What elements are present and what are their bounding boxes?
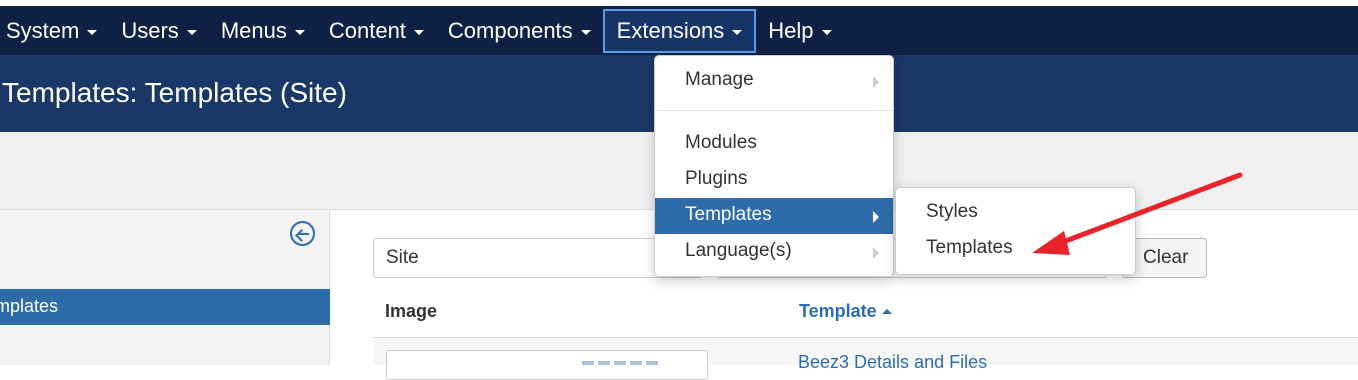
- menu-item-modules[interactable]: Modules: [655, 126, 893, 162]
- menu-users[interactable]: Users: [109, 9, 208, 53]
- collapse-sidebar-icon[interactable]: [290, 221, 315, 246]
- menu-menus[interactable]: Menus: [209, 9, 317, 53]
- annotation-arrow-icon: [1032, 172, 1243, 255]
- menu-item-label: Manage: [685, 69, 754, 90]
- menu-item-label: Templates: [685, 204, 772, 225]
- menu-item-label: Plugins: [685, 168, 748, 189]
- caret-down-icon: [186, 29, 197, 35]
- column-header-label: Template: [799, 301, 877, 321]
- chevron-right-icon: [873, 211, 879, 223]
- caret-down-icon: [294, 29, 305, 35]
- menu-extensions[interactable]: Extensions: [602, 8, 757, 53]
- caret-down-icon: [87, 29, 98, 35]
- sidebar-item-label: Templates: [0, 296, 59, 316]
- page-title: Templates: Templates (Site): [2, 77, 347, 108]
- menu-item-label: Templates: [926, 237, 1013, 258]
- extensions-dropdown: Manage Modules Plugins Templates Languag…: [654, 55, 894, 277]
- menu-label: Extensions: [616, 17, 725, 43]
- menu-system[interactable]: System: [0, 9, 109, 53]
- caret-down-icon: [732, 29, 743, 35]
- menu-item-manage[interactable]: Manage: [655, 63, 893, 99]
- caret-down-icon: [413, 29, 424, 35]
- menu-label: System: [6, 17, 80, 43]
- menu-item-languages[interactable]: Language(s): [655, 234, 893, 270]
- template-thumbnail[interactable]: [386, 350, 708, 380]
- menu-label: Menus: [220, 17, 287, 43]
- menu-label: Components: [447, 17, 573, 43]
- column-header-image: Image: [385, 301, 438, 321]
- menu-label: Content: [328, 17, 406, 43]
- sidebar-item-templates[interactable]: Templates: [0, 289, 330, 325]
- menu-content[interactable]: Content: [317, 9, 436, 53]
- sort-asc-icon: [881, 309, 892, 314]
- menu-item-label: Language(s): [685, 240, 792, 261]
- sidebar: Templates: [0, 210, 330, 365]
- menu-help[interactable]: Help: [756, 9, 843, 53]
- top-navbar: System Users Menus Content Components Ex…: [0, 0, 1358, 55]
- menu-divider: [655, 110, 893, 111]
- column-header-template[interactable]: Template: [799, 301, 892, 322]
- menu-item-plugins[interactable]: Plugins: [655, 162, 893, 198]
- menu-item-label: Modules: [685, 132, 757, 153]
- menu-components[interactable]: Components: [436, 9, 603, 53]
- main-menu: System Users Menus Content Components Ex…: [0, 6, 1358, 55]
- chevron-right-icon: [873, 76, 879, 88]
- template-details-link[interactable]: Beez3 Details and Files: [798, 352, 987, 373]
- caret-down-icon: [580, 29, 591, 35]
- caret-down-icon: [821, 29, 832, 35]
- menu-item-templates[interactable]: Templates: [655, 198, 893, 234]
- menu-item-label: Styles: [926, 201, 978, 222]
- menu-label: Help: [768, 17, 814, 43]
- menu-label: Users: [121, 17, 179, 43]
- chevron-right-icon: [873, 247, 879, 259]
